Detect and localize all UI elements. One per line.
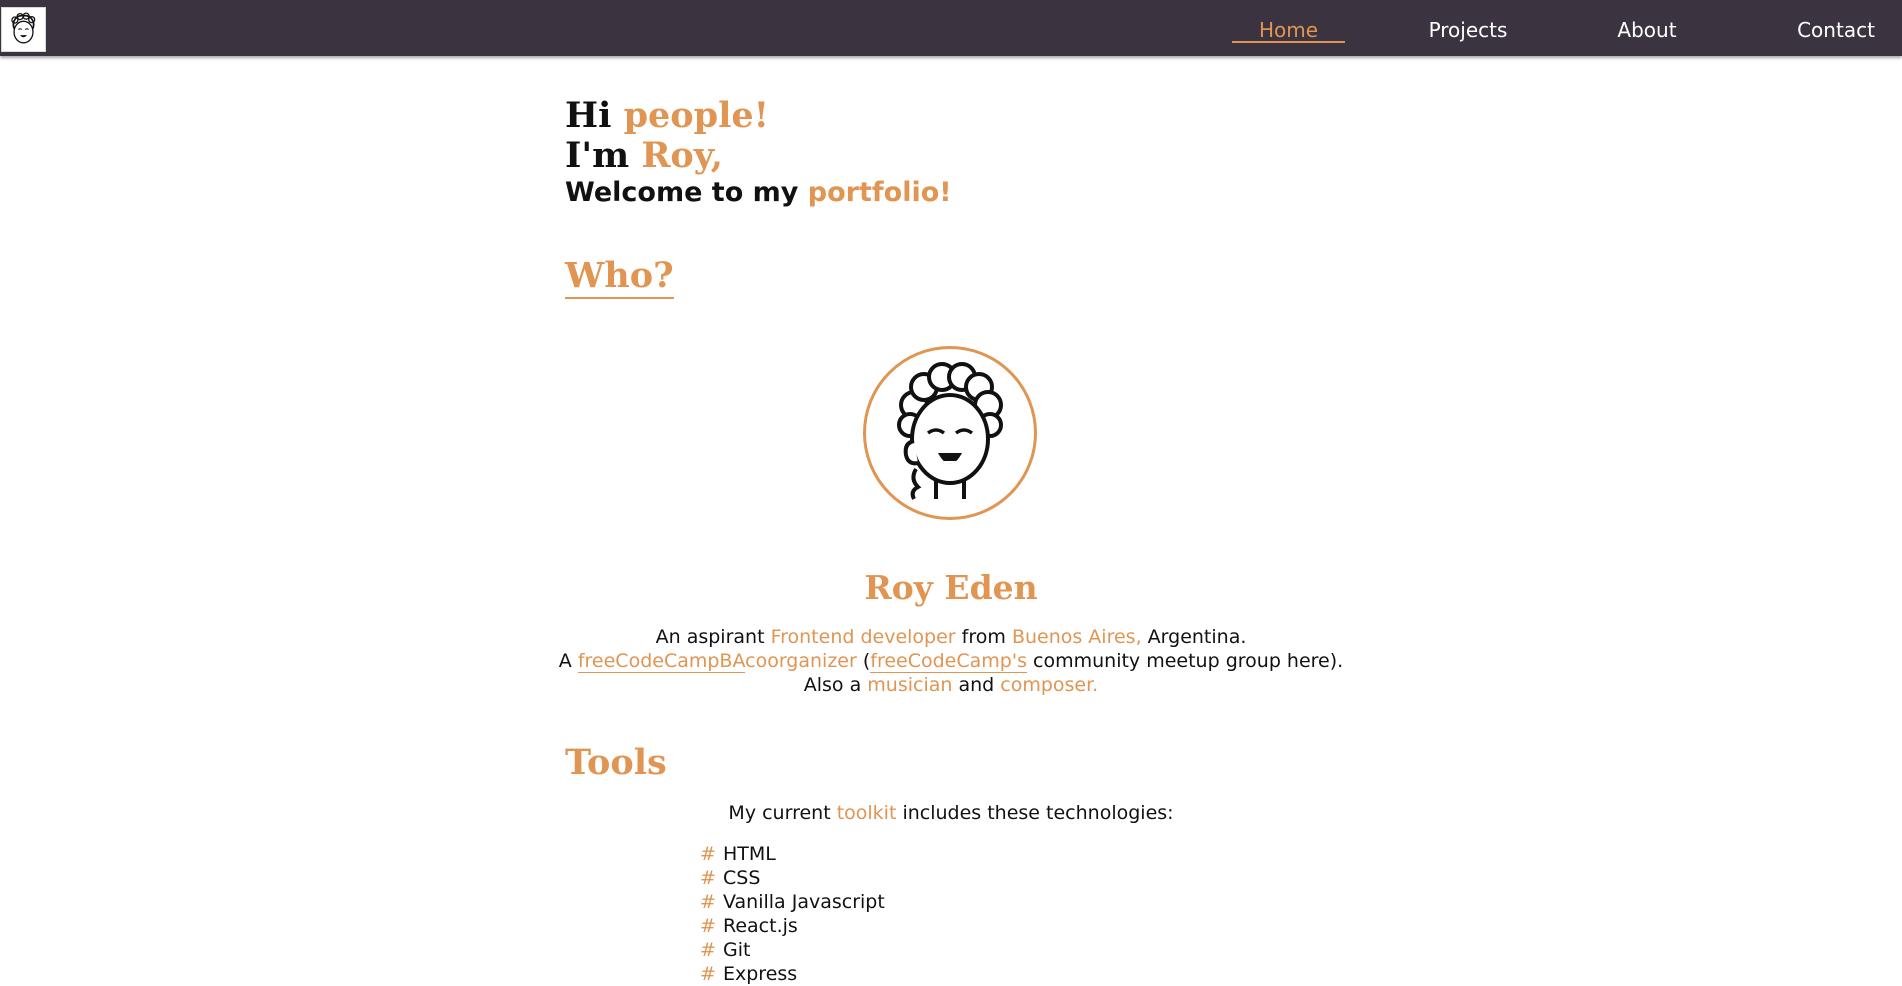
intro-line-3: Welcome to my portfolio!	[565, 176, 952, 210]
intro-portfolio: portfolio!	[807, 177, 952, 208]
avatar-logo-icon	[11, 12, 36, 44]
logo[interactable]	[1, 7, 46, 52]
tools-section-title: Tools	[565, 742, 667, 783]
hash-bullet-icon: #	[700, 891, 716, 913]
bio-line-2: A freeCodeCampBAcoorganizer (freeCodeCam…	[0, 649, 1902, 673]
bio-city-highlight: Buenos Aires,	[1011, 626, 1142, 648]
hash-bullet-icon: #	[700, 915, 716, 937]
intro-people: people!	[623, 95, 770, 136]
intro-hi: Hi	[565, 95, 612, 136]
intro-line-2: I'm Roy,	[565, 136, 952, 176]
tool-name: Vanilla Javascript	[723, 891, 885, 913]
intro-heading: Hi people! I'm Roy, Welcome to my portfo…	[565, 96, 952, 210]
person-name: Roy Eden	[864, 568, 1038, 607]
bio-line-1: An aspirant Frontend developer from Buen…	[0, 625, 1902, 649]
cartoon-avatar-icon	[897, 362, 1003, 500]
list-item: # React.js	[700, 914, 885, 938]
tool-name: CSS	[723, 867, 761, 889]
hash-bullet-icon: #	[700, 963, 716, 985]
bio-text-segment: An aspirant	[655, 626, 765, 648]
tool-name: Git	[723, 939, 751, 961]
bio-text-segment: Argentina.	[1147, 626, 1247, 648]
intro-line-1: Hi people!	[565, 96, 952, 136]
intro-im: I'm	[565, 135, 630, 176]
nav-active-underline	[1232, 41, 1345, 43]
tools-toolkit-highlight: toolkit	[836, 802, 897, 824]
bio-text-segment: Also a	[803, 674, 862, 696]
tool-name: Express	[723, 963, 798, 985]
nav-projects-link[interactable]: Projects	[1415, 18, 1521, 42]
bio-text: An aspirant Frontend developer from Buen…	[0, 625, 1902, 697]
bio-role-highlight: Frontend developer	[770, 626, 956, 648]
nav-contact-link[interactable]: Contact	[1786, 18, 1886, 42]
bio-musician-highlight: musician	[867, 674, 953, 696]
bio-text-segment: community meetup group here).	[1033, 650, 1344, 672]
navbar: Home Projects About Contact	[0, 0, 1902, 56]
tools-intro-segment: My current	[728, 802, 831, 824]
tools-list: # HTML # CSS # Vanilla Javascript # React.js…	[700, 842, 885, 986]
intro-welcome: Welcome to my	[565, 177, 799, 208]
nav-home-link[interactable]: Home	[1232, 18, 1345, 42]
bio-composer-highlight: composer.	[1000, 674, 1099, 696]
bio-text-segment: and	[958, 674, 995, 696]
list-item: # Express	[700, 962, 885, 986]
freecodecamp-link[interactable]: freeCodeCamp's	[870, 650, 1027, 673]
bio-line-3: Also a musician and composer.	[0, 673, 1902, 697]
bio-text-segment: from	[961, 626, 1006, 648]
bio-coorganizer-highlight: coorganizer	[745, 650, 857, 672]
bio-text-segment: A	[558, 650, 572, 672]
list-item: # Git	[700, 938, 885, 962]
list-item: # HTML	[700, 842, 885, 866]
hash-bullet-icon: #	[700, 867, 716, 889]
who-section-title: Who?	[565, 256, 674, 299]
nav-about-link[interactable]: About	[1604, 18, 1690, 42]
list-item: # CSS	[700, 866, 885, 890]
tools-intro-segment: includes these technologies:	[902, 802, 1174, 824]
hash-bullet-icon: #	[700, 843, 716, 865]
tool-name: React.js	[723, 915, 798, 937]
hash-bullet-icon: #	[700, 939, 716, 961]
freecodecampba-link[interactable]: freeCodeCampBA	[577, 650, 746, 673]
tools-intro: My current toolkit includes these techno…	[0, 801, 1902, 825]
intro-roy: Roy,	[641, 135, 723, 176]
tool-name: HTML	[723, 843, 776, 865]
avatar	[863, 346, 1037, 520]
list-item: # Vanilla Javascript	[700, 890, 885, 914]
